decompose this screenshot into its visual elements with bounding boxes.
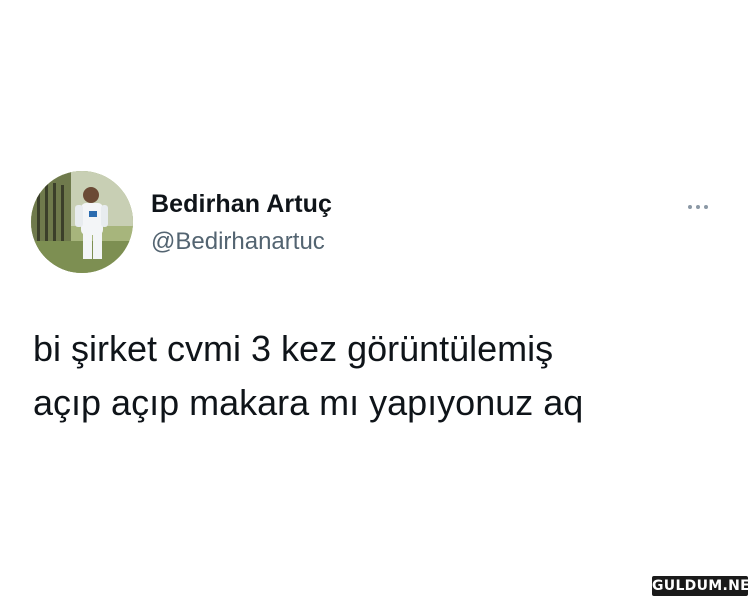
more-horizontal-icon	[688, 205, 692, 209]
tweet-card: Bedirhan Artuç @Bedirhanartuc bi şirket …	[0, 0, 750, 600]
avatar-image	[31, 171, 133, 273]
display-name[interactable]: Bedirhan Artuç	[151, 190, 332, 219]
more-horizontal-icon	[696, 205, 700, 209]
user-handle[interactable]: @Bedirhanartuc	[151, 228, 325, 256]
more-horizontal-icon	[704, 205, 708, 209]
watermark-logo: GULDUM.NET	[652, 576, 750, 596]
more-options-button[interactable]	[680, 197, 716, 217]
avatar[interactable]	[31, 171, 133, 273]
tweet-text: bi şirket cvmi 3 kez görüntülemiş açıp a…	[33, 328, 584, 423]
